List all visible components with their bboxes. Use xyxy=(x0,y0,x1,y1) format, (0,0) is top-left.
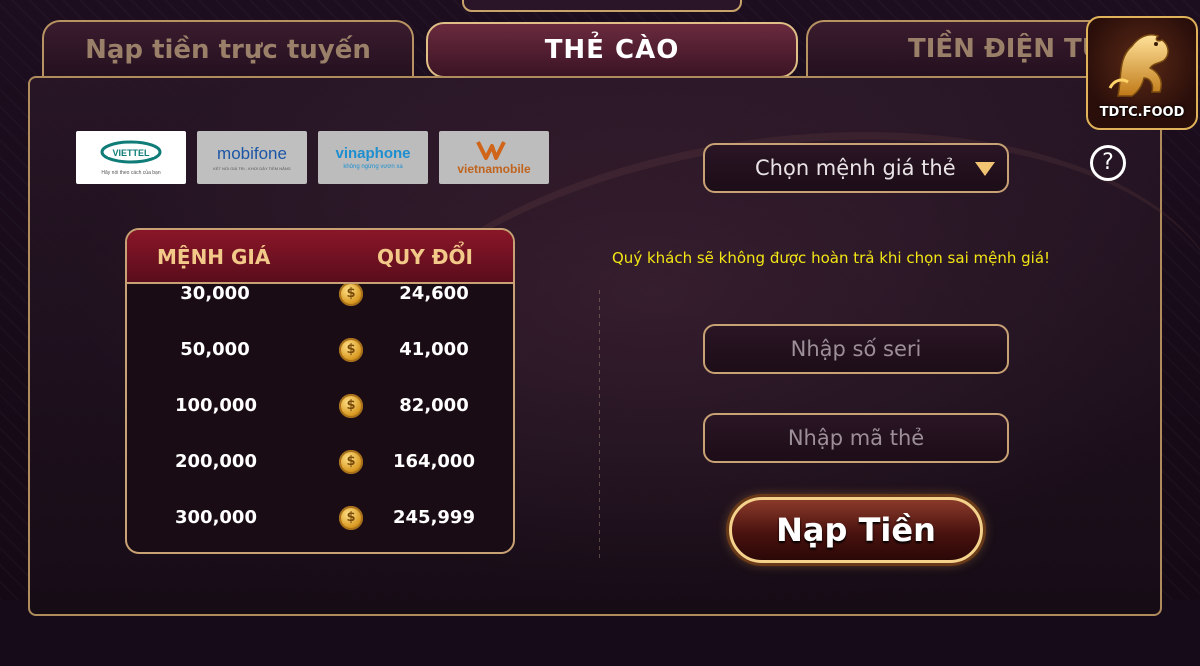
row-exchange-value: 24,600 xyxy=(399,284,469,304)
carrier-viettel[interactable]: VIETTEL Hãy nói theo cách của bạn xyxy=(76,131,186,184)
help-icon[interactable]: ? xyxy=(1090,145,1126,181)
table-row: 30,000 $ 24,600 xyxy=(127,284,513,310)
brand-logo: TDTC.FOOD xyxy=(1086,16,1198,130)
carrier-tagline: không ngừng vươn xa xyxy=(343,164,403,170)
vietnamobile-logo-icon xyxy=(476,140,506,160)
col-exchange: QUY ĐỔI xyxy=(377,245,473,269)
table-row: 50,000 $ 41,000 xyxy=(127,336,513,366)
carrier-brand: vietnamobile xyxy=(457,161,531,176)
coin-icon: $ xyxy=(339,338,363,362)
col-denomination: MỆNH GIÁ xyxy=(157,245,271,269)
rate-table-header: MỆNH GIÁ QUY ĐỔI xyxy=(127,230,513,284)
carrier-mobifone[interactable]: mobifone KẾT NỐI GIÁ TRỊ - KHƠI DẬY TIỀM… xyxy=(197,131,307,184)
coin-icon: $ xyxy=(339,506,363,530)
carrier-brand: mobifone xyxy=(217,144,287,163)
row-exchange-value: 164,000 xyxy=(393,451,475,472)
panel-divider xyxy=(599,290,600,560)
tab-online-topup[interactable]: Nạp tiền trực tuyến xyxy=(42,20,414,78)
topup-submit-button[interactable]: Nạp Tiền xyxy=(729,497,983,563)
card-code-field[interactable] xyxy=(703,413,1009,463)
carrier-vinaphone[interactable]: vinaphone không ngừng vươn xa xyxy=(318,131,428,184)
carrier-tagline: Hãy nói theo cách của bạn xyxy=(101,169,161,176)
denomination-select-label: Chọn mệnh giá thẻ xyxy=(755,156,956,180)
coin-icon: $ xyxy=(339,394,363,418)
logo-text: TDTC.FOOD xyxy=(1099,105,1185,120)
row-exchange-value: 82,000 xyxy=(399,395,469,416)
tab-scratch-card[interactable]: THẺ CÀO xyxy=(426,22,798,78)
table-row: 100,000 $ 82,000 xyxy=(127,392,513,422)
serial-field[interactable] xyxy=(703,324,1009,374)
table-row: 200,000 $ 164,000 xyxy=(127,448,513,478)
top-frame-edge xyxy=(462,0,742,12)
denomination-warning: Quý khách sẽ không được hoàn trả khi chọ… xyxy=(612,249,1051,267)
row-denomination: 200,000 xyxy=(175,451,257,472)
rate-table: MỆNH GIÁ QUY ĐỔI 30,000 $ 24,600 50,000 … xyxy=(125,228,515,554)
row-denomination: 50,000 xyxy=(180,339,250,360)
row-exchange-value: 245,999 xyxy=(393,507,475,528)
rate-table-body[interactable]: 30,000 $ 24,600 50,000 $ 41,000 100,000 … xyxy=(127,284,513,552)
carrier-tagline: KẾT NỐI GIÁ TRỊ - KHƠI DẬY TIỀM NĂNG xyxy=(213,166,291,171)
row-denomination: 30,000 xyxy=(180,284,250,304)
serial-input[interactable] xyxy=(705,337,1007,361)
table-row: 300,000 $ 245,999 xyxy=(127,504,513,534)
carrier-brand: vinaphone xyxy=(335,145,411,162)
carrier-brand: VIETTEL xyxy=(112,148,150,158)
coin-icon: $ xyxy=(339,450,363,474)
coin-icon: $ xyxy=(339,284,363,306)
row-denomination: 300,000 xyxy=(175,507,257,528)
caret-down-icon xyxy=(975,162,995,176)
denomination-select[interactable]: Chọn mệnh giá thẻ xyxy=(703,143,1009,193)
card-code-input[interactable] xyxy=(705,426,1007,450)
carrier-vietnamobile[interactable]: vietnamobile xyxy=(439,131,549,184)
row-exchange-value: 41,000 xyxy=(399,339,469,360)
row-denomination: 100,000 xyxy=(175,395,257,416)
